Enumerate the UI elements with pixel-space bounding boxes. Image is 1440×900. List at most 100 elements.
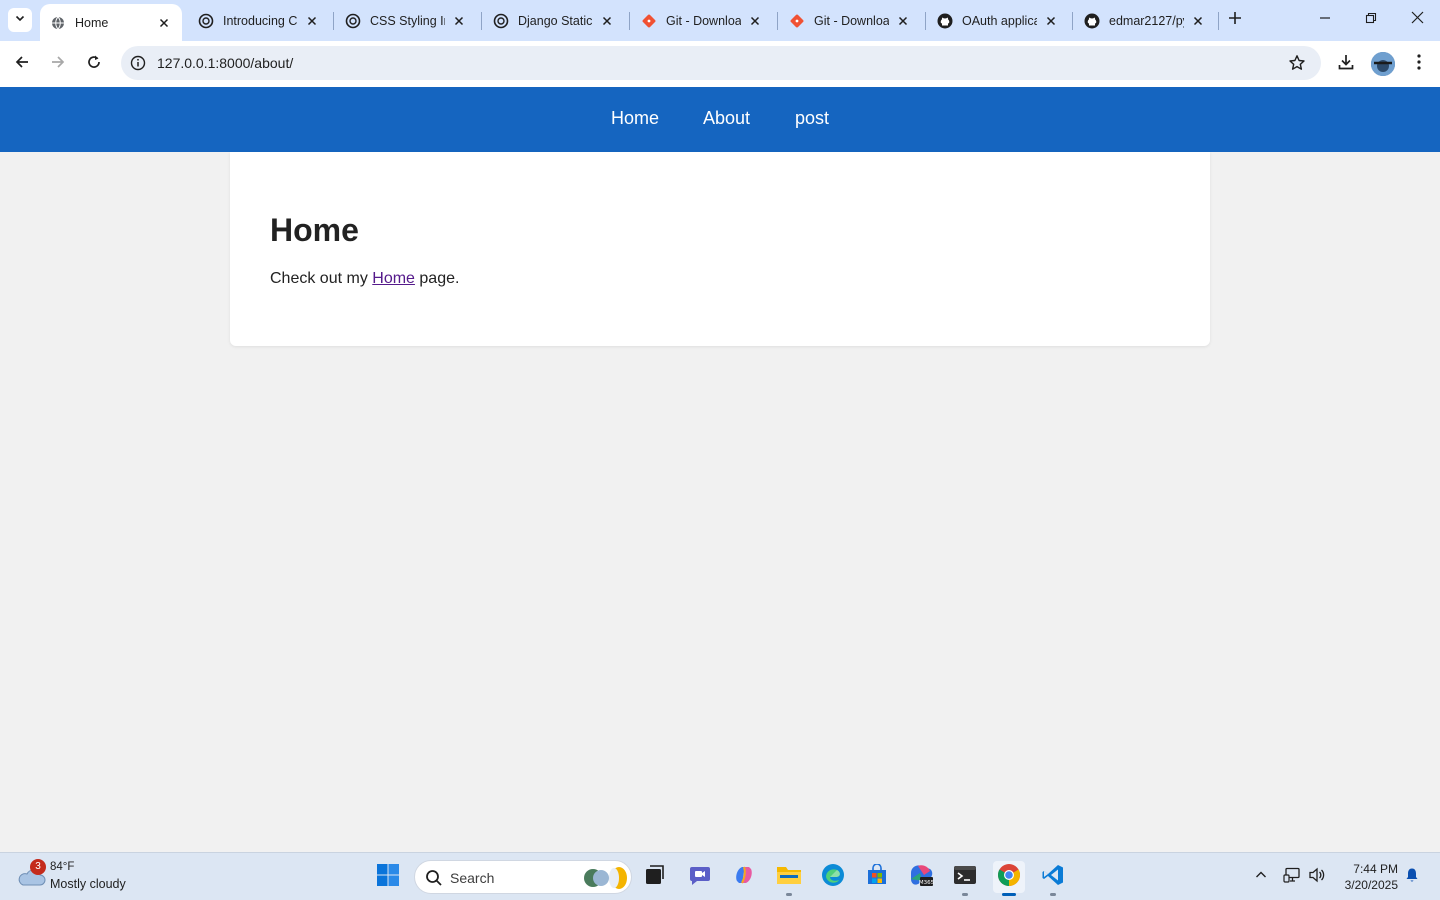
nav-link-home[interactable]: Home (611, 108, 659, 129)
notifications-button[interactable] (1402, 867, 1422, 887)
chrome-icon (997, 863, 1021, 892)
tab-label: Git - Downloa (666, 13, 741, 28)
paragraph-prefix: Check out my (270, 270, 368, 287)
start-button[interactable] (372, 861, 404, 893)
m365-button[interactable]: M365 (905, 861, 937, 893)
tab-separator (481, 12, 482, 30)
close-icon[interactable] (451, 13, 467, 29)
close-icon[interactable] (1043, 13, 1059, 29)
bell-icon (1404, 867, 1420, 888)
chrome-button[interactable] (993, 861, 1025, 896)
close-window-button[interactable] (1405, 8, 1429, 32)
page-title: Home (270, 212, 359, 248)
clock-time[interactable]: 7:44 PM (1340, 862, 1398, 876)
tab-label: Introducing Ch (223, 13, 298, 28)
nav-link-about[interactable]: About (703, 108, 750, 129)
restore-button[interactable] (1359, 8, 1383, 32)
home-link[interactable]: Home (372, 270, 415, 287)
close-icon (1411, 11, 1424, 29)
chevron-up-icon (1255, 868, 1267, 886)
minimize-button[interactable] (1313, 8, 1337, 32)
plus-icon (1228, 11, 1242, 30)
tab-home[interactable]: Home (40, 4, 182, 41)
network-button[interactable] (1282, 867, 1302, 887)
tab-git-download-1[interactable]: Git - Downloa (631, 4, 773, 37)
nav-link-post[interactable]: post (795, 108, 829, 129)
tab-oauth-applications[interactable]: OAuth applica (927, 4, 1069, 37)
git-icon (789, 13, 805, 29)
back-button[interactable] (9, 51, 35, 77)
terminal-icon (953, 864, 977, 891)
volume-button[interactable] (1307, 867, 1327, 887)
search-placeholder: Search (450, 870, 495, 886)
teams-button[interactable] (684, 861, 716, 893)
show-hidden-icons-button[interactable] (1251, 867, 1271, 887)
chevron-down-icon (14, 11, 26, 29)
openai-icon (345, 13, 361, 29)
store-button[interactable] (861, 861, 893, 893)
tab-separator (333, 12, 334, 30)
close-icon[interactable] (156, 15, 172, 31)
close-icon[interactable] (747, 13, 763, 29)
task-view-button[interactable] (638, 861, 670, 893)
close-icon[interactable] (895, 13, 911, 29)
tab-separator (1072, 12, 1073, 30)
weather-temperature: 84°F (50, 861, 75, 873)
store-icon (866, 862, 888, 891)
openai-icon (493, 13, 509, 29)
close-icon[interactable] (1190, 13, 1206, 29)
tab-introducing[interactable]: Introducing Ch (188, 4, 330, 37)
paragraph-suffix: page. (419, 270, 460, 287)
copilot-button[interactable] (728, 861, 760, 893)
network-icon (1283, 867, 1301, 888)
vscode-button[interactable] (1037, 861, 1069, 896)
tab-separator (777, 12, 778, 30)
restore-icon (1365, 11, 1377, 29)
tab-separator (1218, 12, 1219, 30)
close-icon[interactable] (304, 13, 320, 29)
arrow-left-icon (14, 54, 30, 75)
minimize-icon (1319, 11, 1331, 29)
tab-label: Django Static (518, 13, 593, 28)
menu-button[interactable] (1407, 51, 1431, 77)
tab-git-download-2[interactable]: Git - Downloa (779, 4, 921, 37)
address-bar[interactable]: 127.0.0.1:8000/about/ (121, 46, 1321, 80)
tab-search-button[interactable] (8, 8, 32, 32)
windows-icon (376, 863, 400, 892)
tab-django-static[interactable]: Django Static (483, 4, 625, 37)
page-viewport: Home About post Home Check out my Home p… (0, 87, 1440, 852)
svg-text:M365: M365 (919, 880, 934, 886)
tab-css-styling[interactable]: CSS Styling Im (335, 4, 477, 37)
downloads-button[interactable] (1333, 51, 1359, 77)
more-vert-icon (1417, 53, 1421, 75)
task-view-icon (643, 864, 665, 891)
copilot-icon (732, 863, 756, 892)
tab-label: Home (75, 15, 109, 30)
weather-widget[interactable]: 3 84°F Mostly cloudy (16, 859, 156, 895)
reload-button[interactable] (81, 51, 107, 77)
running-indicator (1050, 893, 1056, 896)
edge-button[interactable] (817, 861, 849, 893)
notification-badge: 3 (30, 859, 46, 875)
arrow-right-icon (50, 54, 66, 75)
info-icon[interactable] (129, 54, 147, 72)
github-icon (937, 13, 953, 29)
tab-label: OAuth applica (962, 13, 1037, 28)
running-indicator (786, 893, 792, 896)
weather-description: Mostly cloudy (50, 877, 126, 891)
close-icon[interactable] (599, 13, 615, 29)
reload-icon (86, 54, 102, 75)
star-icon[interactable] (1287, 53, 1307, 73)
clock-date[interactable]: 3/20/2025 (1330, 878, 1398, 892)
taskbar: 3 84°F Mostly cloudy Search M365 7:44 PM… (0, 852, 1440, 900)
terminal-button[interactable] (949, 861, 981, 896)
active-indicator (1002, 893, 1016, 896)
forward-button[interactable] (45, 51, 71, 77)
new-tab-button[interactable] (1224, 9, 1246, 31)
avatar[interactable] (1371, 52, 1395, 76)
file-explorer-button[interactable] (773, 861, 805, 896)
taskbar-search-box[interactable]: Search (414, 860, 632, 894)
tab-github-repo[interactable]: edmar2127/py (1074, 4, 1216, 37)
github-icon (1084, 13, 1100, 29)
url-text[interactable]: 127.0.0.1:8000/about/ (157, 55, 293, 71)
